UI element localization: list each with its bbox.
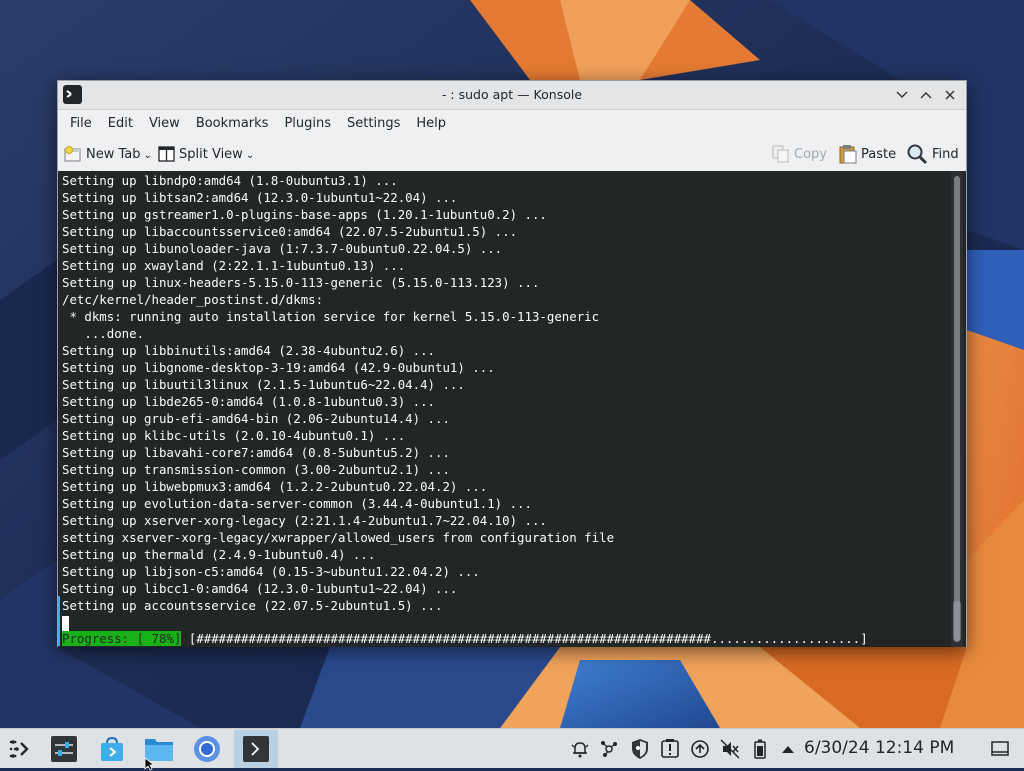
terminal-line: Setting up libuutil3linux (2.1.5-1ubuntu… [62, 377, 465, 392]
terminal-line: /etc/kernel/header_postinst.d/dkms: [62, 292, 324, 307]
copy-icon [772, 145, 789, 163]
terminal-line: ...done. [62, 326, 145, 341]
progress-label: Progress: [ 78%] [62, 631, 182, 646]
split-view-label: Split View [179, 146, 243, 162]
chevron-down-icon: ⌄ [245, 150, 255, 161]
copy-label: Copy [794, 146, 827, 162]
tray-expand-icon[interactable] [776, 737, 800, 761]
split-view-button[interactable]: Split View ⌄ [158, 142, 254, 166]
scrollbar-thumb[interactable] [954, 176, 960, 642]
application-launcher-button[interactable] [4, 733, 36, 765]
update-notifier-icon[interactable] [658, 737, 682, 761]
terminal-line: setting xserver-xorg-legacy/xwrapper/all… [62, 530, 615, 545]
maximize-button[interactable] [916, 85, 936, 105]
progress-bar: [#######################################… [181, 631, 868, 646]
progress-line: Progress: [ 78%] [######################… [62, 630, 868, 647]
menu-bookmarks[interactable]: Bookmarks [188, 116, 277, 131]
system-settings-button[interactable] [48, 733, 80, 765]
paste-button[interactable]: Paste [839, 142, 896, 166]
close-icon [945, 90, 955, 100]
terminal-line: Setting up libaccountsservice0:amd64 (22… [62, 224, 518, 239]
taskbar: 6/30/24 12:14 PM [0, 728, 1024, 771]
terminal-line: Setting up transmission-common (3.00-2ub… [62, 462, 450, 477]
terminal-line: Setting up accountsservice (22.07.5-2ubu… [62, 598, 443, 613]
chromium-button[interactable] [191, 733, 223, 765]
terminal-view[interactable]: Setting up libndp0:amd64 (1.8-0ubuntu3.1… [58, 171, 966, 647]
window-titlebar[interactable]: - : sudo apt — Konsole [58, 81, 966, 110]
split-view-icon [158, 146, 175, 162]
terminal-line: Setting up libgnome-desktop-3-19:amd64 (… [62, 360, 495, 375]
chevron-up-icon [920, 92, 932, 99]
konsole-window: - : sudo apt — Konsole File Edit View Bo… [57, 80, 967, 647]
minimize-button[interactable] [892, 85, 912, 105]
toolbar: New Tab ⌄ Split View ⌄ Copy Paste Find [58, 136, 966, 172]
terminal-line: Setting up libtsan2:amd64 (12.3.0-1ubunt… [62, 190, 458, 205]
terminal-line: Setting up libbinutils:amd64 (2.38-4ubun… [62, 343, 435, 358]
chromium-browser-icon [194, 736, 220, 762]
konsole-terminal-icon [243, 736, 269, 762]
terminal-line: Setting up libunoloader-java (1:7.3.7-0u… [62, 241, 503, 256]
discover-store-icon [101, 736, 123, 761]
new-tab-icon [64, 146, 81, 162]
kde-connect-icon[interactable] [597, 737, 621, 761]
network-icon[interactable] [688, 737, 712, 761]
find-button[interactable]: Find [906, 142, 959, 166]
terminal-line: Setting up libjson-c5:amd64 (0.15-3~ubun… [62, 564, 480, 579]
terminal-line: * dkms: running auto installation servic… [62, 309, 600, 324]
terminal-line: Setting up xwayland (2:22.1.1-1ubuntu0.1… [62, 258, 406, 273]
window-title: - : sudo apt — Konsole [441, 87, 583, 102]
menu-help[interactable]: Help [408, 116, 454, 131]
chevron-down-icon: ⌄ [143, 150, 152, 161]
search-icon [907, 144, 928, 165]
paste-label: Paste [861, 146, 897, 162]
terminal-line: Setting up linux-headers-5.15.0-113-gene… [62, 275, 540, 290]
find-label: Find [932, 146, 959, 162]
scrollbar-highlight [953, 601, 961, 641]
terminal-line: Setting up xserver-xorg-legacy (2:21.1.4… [62, 513, 547, 528]
terminal-line: Setting up klibc-utils (2.0.10-4ubuntu0.… [62, 428, 406, 443]
show-desktop-icon[interactable] [988, 737, 1012, 761]
terminal-line: Setting up libwebpmux3:amd64 (1.2.2-2ubu… [62, 479, 488, 494]
menu-file[interactable]: File [62, 116, 100, 131]
terminal-line: Setting up libndp0:amd64 (1.8-0ubuntu3.1… [62, 173, 398, 188]
terminal-output: Setting up libndp0:amd64 (1.8-0ubuntu3.1… [62, 172, 946, 631]
chevron-down-icon [896, 91, 908, 98]
terminal-line: Setting up evolution-data-server-common … [62, 496, 532, 511]
terminal-line: Setting up thermald (2.4.9-1ubuntu0.4) .… [62, 547, 376, 562]
terminal-scrollbar[interactable] [951, 171, 963, 647]
terminal-cursor [62, 616, 69, 631]
menu-settings[interactable]: Settings [339, 116, 408, 131]
terminal-cursor-line [62, 614, 946, 631]
copy-button[interactable]: Copy [772, 142, 827, 166]
terminal-line: Setting up gstreamer1.0-plugins-base-app… [62, 207, 547, 222]
new-tab-label: New Tab [86, 146, 141, 162]
battery-icon[interactable] [748, 737, 772, 761]
discover-button[interactable] [96, 733, 128, 765]
volume-muted-icon[interactable] [718, 737, 742, 761]
paste-icon [839, 145, 857, 164]
menu-edit[interactable]: Edit [100, 116, 141, 131]
menu-view[interactable]: View [141, 116, 188, 131]
security-shield-icon[interactable] [628, 737, 652, 761]
close-button[interactable] [940, 85, 960, 105]
terminal-line: Setting up grub-efi-amd64-bin (2.06-2ubu… [62, 411, 450, 426]
terminal-line: Setting up libde265-0:amd64 (1.0.8-1ubun… [62, 394, 435, 409]
notifications-icon[interactable] [568, 737, 592, 761]
activity-marker [58, 596, 60, 646]
application-launcher-icon [9, 740, 29, 758]
konsole-task-button[interactable] [234, 730, 278, 768]
mouse-pointer-icon [144, 757, 156, 771]
new-tab-button[interactable]: New Tab ⌄ [64, 142, 152, 166]
terminal-line: Setting up libavahi-core7:amd64 (0.8-5ub… [62, 445, 450, 460]
clock[interactable]: 6/30/24 12:14 PM [804, 738, 954, 758]
menubar: File Edit View Bookmarks Plugins Setting… [58, 110, 966, 136]
system-settings-icon [51, 736, 77, 762]
terminal-line: Setting up libcc1-0:amd64 (12.3.0-1ubunt… [62, 581, 458, 596]
menu-plugins[interactable]: Plugins [276, 116, 339, 131]
